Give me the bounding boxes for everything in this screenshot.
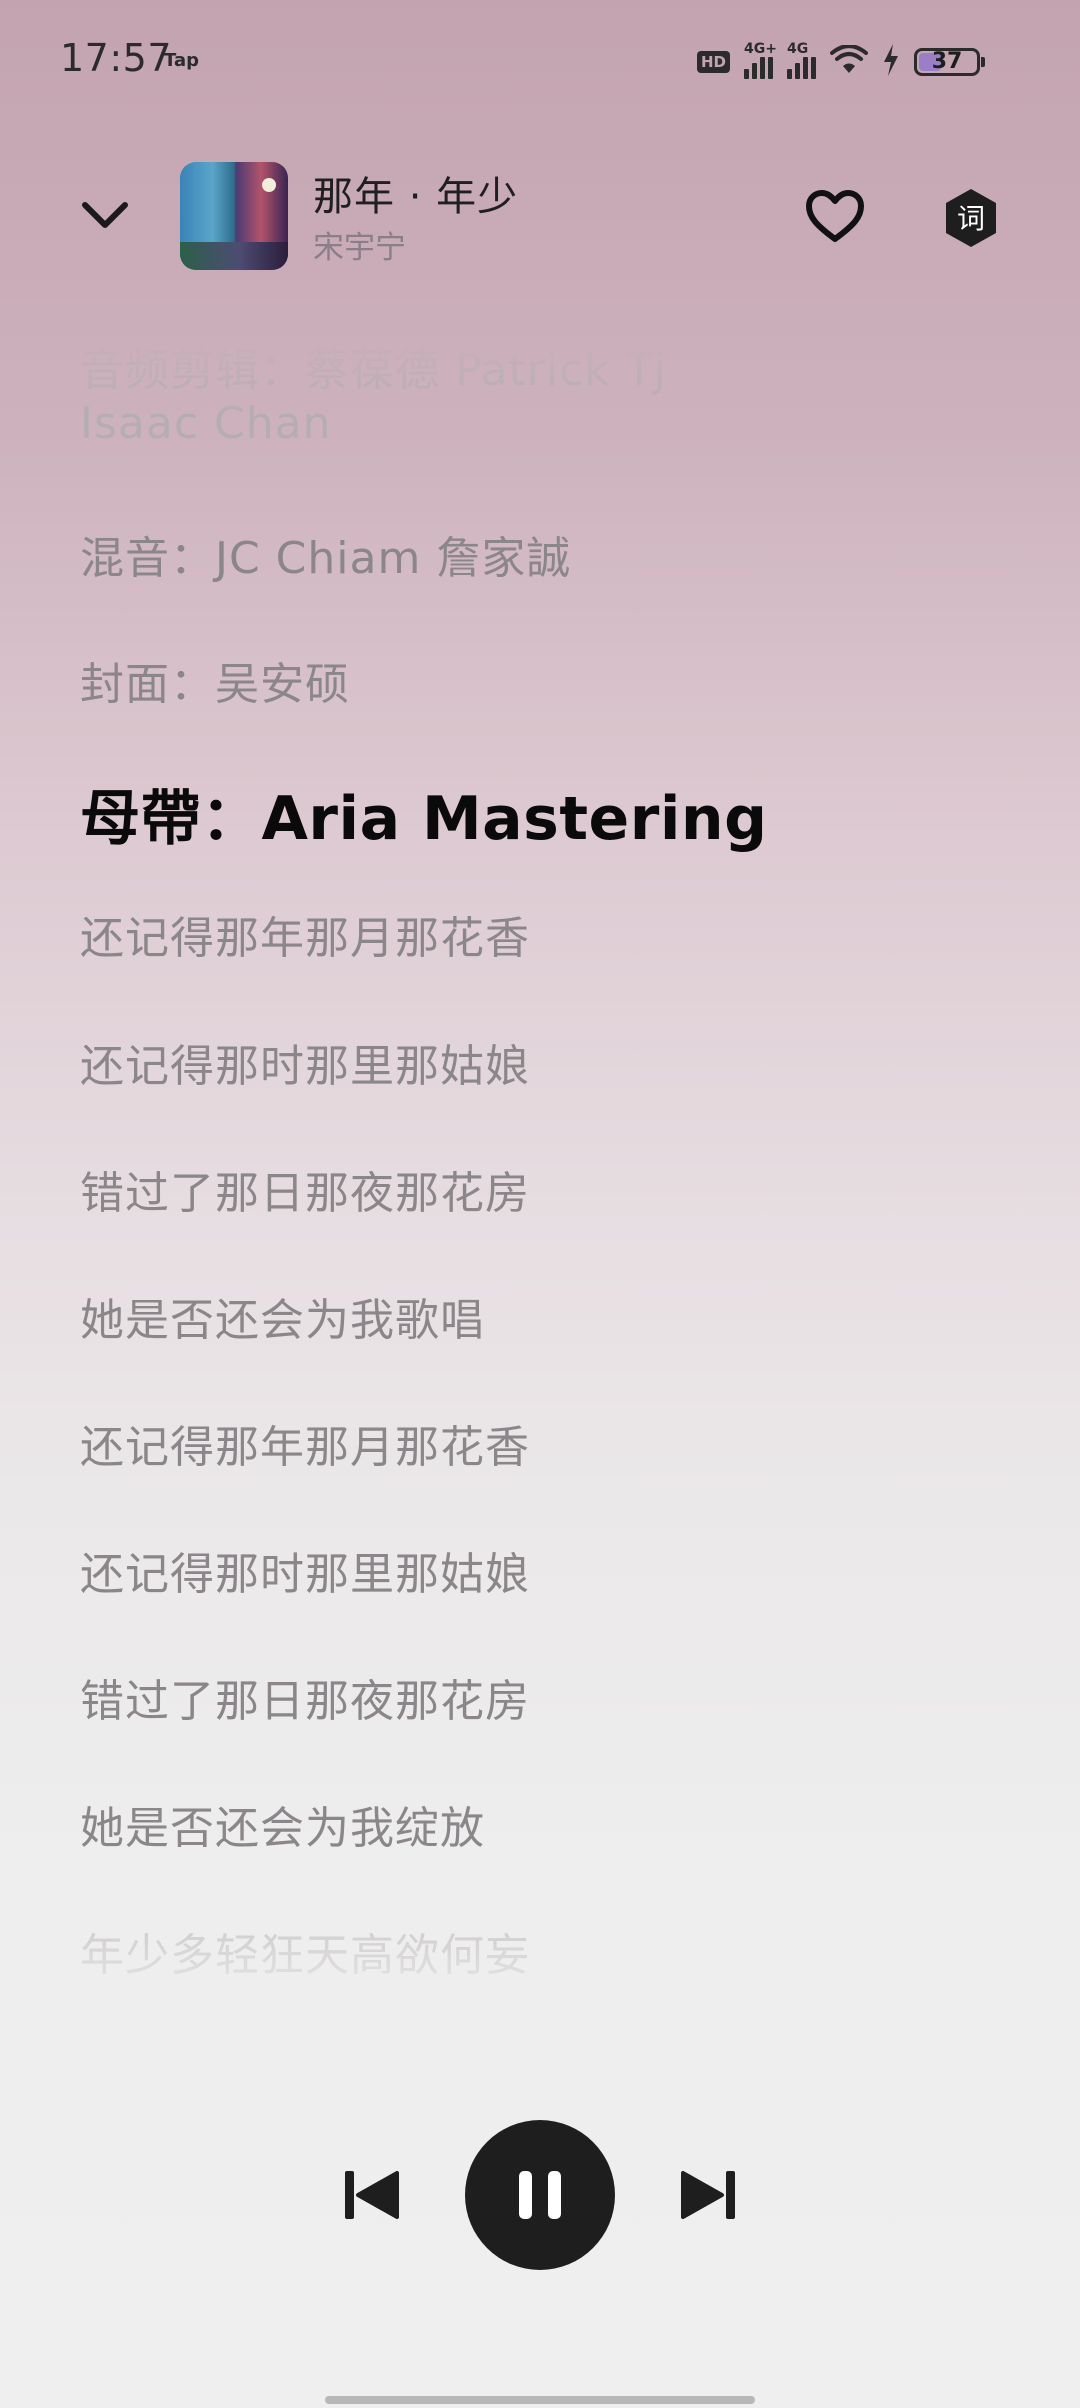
lyric-line[interactable]: 还记得那年那月那花香 <box>80 902 530 966</box>
lyrics-toggle-label: 词 <box>957 202 985 235</box>
lyric-line[interactable]: 还记得那年那月那花香 <box>80 1411 530 1475</box>
album-cover[interactable] <box>180 162 288 270</box>
status-time: 17:57 <box>60 36 173 80</box>
favorite-button[interactable] <box>800 182 870 252</box>
previous-button[interactable] <box>336 2165 406 2225</box>
player-header: 那年 · 年少 宋宇宁 词 <box>0 150 1080 280</box>
lyrics-toggle-button[interactable]: 词 <box>935 182 1007 254</box>
playback-controls <box>0 2120 1080 2270</box>
signal-icon-1: 4G+ <box>744 41 777 79</box>
battery-level: 37 <box>931 49 963 74</box>
lyric-line[interactable]: 她是否还会为我歌唱 <box>80 1284 485 1348</box>
home-indicator[interactable] <box>325 2396 755 2404</box>
lyric-line[interactable]: 错过了那日那夜那花房 <box>80 1157 530 1221</box>
lyric-line[interactable]: 混音：JC Chiam 詹家誠 <box>80 522 571 586</box>
wifi-icon <box>830 44 868 79</box>
pause-button[interactable] <box>465 2120 615 2270</box>
lyric-line-active[interactable]: 母帶：Aria Mastering <box>80 770 768 857</box>
lyric-line[interactable]: Isaac Chan <box>80 398 331 449</box>
heart-icon <box>806 190 864 242</box>
collapse-button[interactable] <box>70 180 140 250</box>
next-button[interactable] <box>674 2165 744 2225</box>
status-bar: 17:57 Tap HD 4G+ 4G 37 <box>0 0 1080 125</box>
charging-icon <box>882 44 900 80</box>
network-type-2: 4G <box>787 41 809 57</box>
pause-icon <box>519 2171 561 2219</box>
chevron-down-icon <box>82 202 128 228</box>
lyric-line[interactable]: 音频剪辑：蔡葆德 Patrick Tj <box>80 340 667 398</box>
lyric-line[interactable]: 还记得那时那里那姑娘 <box>80 1030 530 1094</box>
status-icons: HD 4G+ 4G 37 <box>696 41 985 82</box>
skip-previous-icon <box>345 2171 399 2219</box>
lyric-line[interactable]: 她是否还会为我绽放 <box>80 1792 485 1856</box>
hd-voice-icon: HD <box>696 51 730 73</box>
skip-next-icon <box>681 2171 735 2219</box>
signal-icon-2: 4G <box>787 41 816 79</box>
lyric-line[interactable]: 年少多轻狂天高欲何妄 <box>80 1919 530 1983</box>
lyric-line[interactable]: 封面：吴安硕 <box>80 648 350 712</box>
battery-icon: 37 <box>914 48 985 76</box>
status-tap-indicator: Tap <box>164 50 199 71</box>
lyrics-panel[interactable]: 音频剪辑：蔡葆德 Patrick Tj Isaac Chan 混音：JC Chi… <box>80 340 1040 2020</box>
lyrics-toggle-icon: 词 <box>946 189 996 247</box>
network-type-1: 4G+ <box>744 41 777 57</box>
song-artist[interactable]: 宋宇宁 <box>313 222 406 267</box>
lyric-line[interactable]: 还记得那时那里那姑娘 <box>80 1538 530 1602</box>
song-title: 那年 · 年少 <box>313 174 519 220</box>
lyric-line[interactable]: 错过了那日那夜那花房 <box>80 1665 530 1729</box>
